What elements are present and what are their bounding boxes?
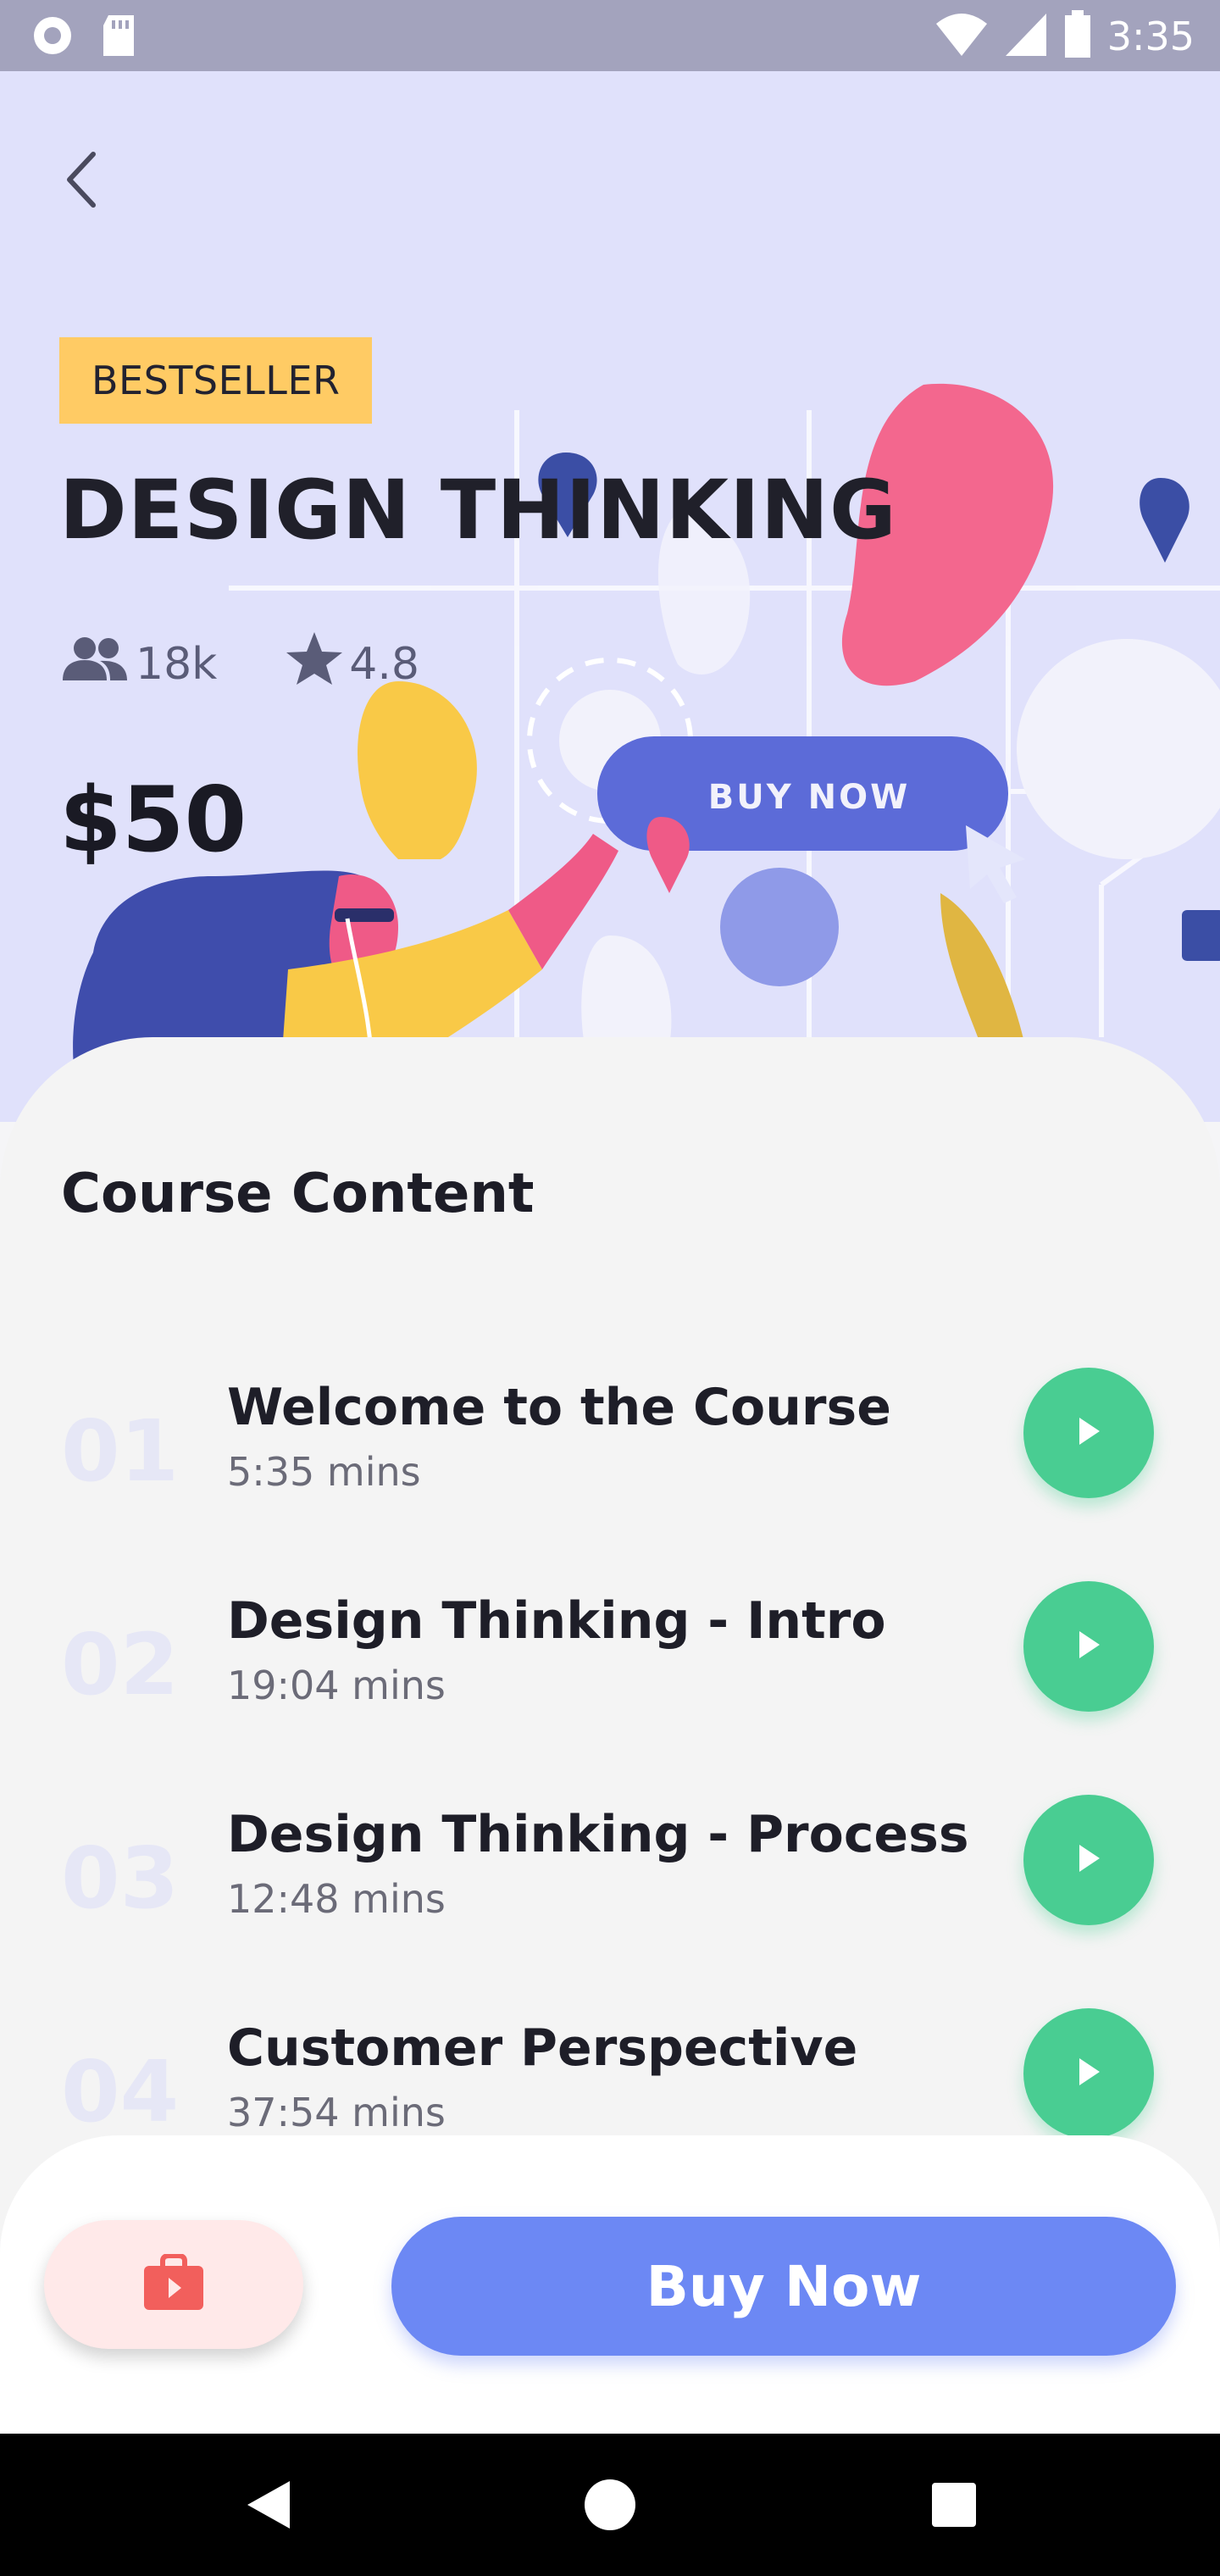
bottom-action-bar: Buy Now xyxy=(0,2135,1220,2434)
signal-icon xyxy=(1004,10,1048,62)
lesson-number: 01 xyxy=(61,1402,180,1501)
lesson-title: Design Thinking - Process xyxy=(227,1805,969,1864)
lesson-title: Customer Perspective xyxy=(227,2018,858,2078)
nav-home-button[interactable] xyxy=(580,2474,640,2535)
play-icon xyxy=(1074,2055,1103,2093)
people-icon xyxy=(59,635,130,693)
course-price: $50 xyxy=(59,768,247,872)
back-button[interactable] xyxy=(47,147,115,215)
play-icon xyxy=(1074,1414,1103,1452)
lesson-title: Design Thinking - Intro xyxy=(227,1591,886,1651)
hero-illustration: BUY NOW xyxy=(73,383,1220,1105)
play-icon xyxy=(1074,1841,1103,1879)
record-icon xyxy=(30,14,75,62)
play-button[interactable] xyxy=(1023,2008,1154,2139)
lesson-duration: 19:04 mins xyxy=(227,1663,446,1708)
students-stat: 18k xyxy=(59,635,217,693)
course-content-heading: Course Content xyxy=(61,1163,535,1225)
system-nav-bar xyxy=(0,2434,1220,2576)
recents-square-icon xyxy=(923,2483,984,2539)
lesson-number: 03 xyxy=(61,1829,180,1928)
course-detail-screen: 3:35 BUY NOW BESTSELLER DESIGN THINKING … xyxy=(0,0,1220,2576)
play-button[interactable] xyxy=(1023,1581,1154,1712)
students-count: 18k xyxy=(136,638,218,690)
lesson-item[interactable]: 01 Welcome to the Course 5:35 mins xyxy=(0,1368,1220,1537)
back-triangle-icon xyxy=(237,2481,298,2539)
add-to-cart-button[interactable] xyxy=(44,2220,303,2349)
home-circle-icon xyxy=(580,2479,640,2539)
course-stats: 18k 4.8 xyxy=(59,630,419,697)
lesson-number: 02 xyxy=(61,1615,180,1714)
lesson-item[interactable]: 03 Design Thinking - Process 12:48 mins xyxy=(0,1795,1220,1964)
nav-back-button[interactable] xyxy=(237,2474,298,2535)
sd-card-icon xyxy=(100,14,137,62)
lesson-duration: 5:35 mins xyxy=(227,1449,421,1495)
nav-recents-button[interactable] xyxy=(923,2474,984,2535)
star-icon xyxy=(285,630,344,697)
rating-stat: 4.8 xyxy=(285,630,419,697)
lesson-duration: 37:54 mins xyxy=(227,2090,446,2135)
status-time: 3:35 xyxy=(1106,13,1195,59)
play-icon xyxy=(1074,1628,1103,1666)
play-button[interactable] xyxy=(1023,1795,1154,1925)
illustration-buy-text: BUY NOW xyxy=(708,778,910,817)
hero-section: BUY NOW BESTSELLER DESIGN THINKING 18k 4… xyxy=(0,71,1220,1122)
lesson-title: Welcome to the Course xyxy=(227,1378,891,1437)
lesson-item[interactable]: 02 Design Thinking - Intro 19:04 mins xyxy=(0,1581,1220,1751)
play-button[interactable] xyxy=(1023,1368,1154,1498)
chevron-left-icon xyxy=(61,149,102,214)
battery-icon xyxy=(1063,10,1092,62)
rating-value: 4.8 xyxy=(349,638,419,690)
bestseller-badge: BESTSELLER xyxy=(59,337,373,424)
lesson-number: 04 xyxy=(61,2042,180,2141)
lesson-duration: 12:48 mins xyxy=(227,1876,446,1922)
shopping-bag-icon xyxy=(142,2252,205,2316)
wifi-icon xyxy=(934,10,989,62)
course-content-sheet: Course Content 01 Welcome to the Course … xyxy=(0,1037,1220,2240)
course-title: DESIGN THINKING xyxy=(59,463,897,558)
status-bar: 3:35 xyxy=(0,0,1220,71)
buy-now-button[interactable]: Buy Now xyxy=(391,2217,1176,2356)
